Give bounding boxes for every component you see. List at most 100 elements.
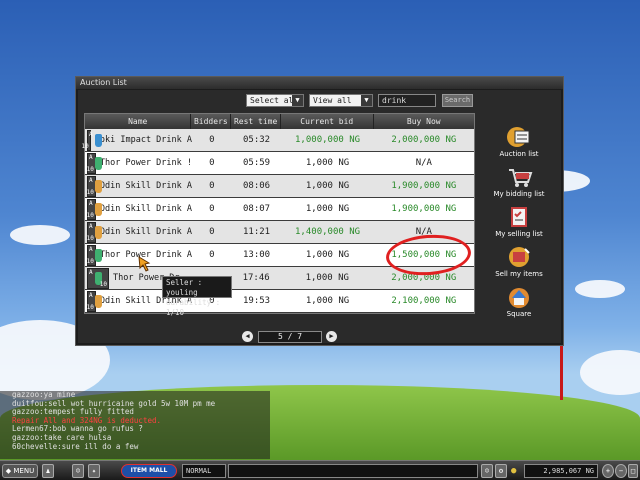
cell-buy-now: 1,900,000 NG — [391, 181, 457, 191]
prev-page-button[interactable]: ◀ — [242, 331, 253, 342]
tooltip-durability: durability : 1/10 — [166, 298, 221, 317]
cell-current-bid: 1,000 NG — [305, 204, 350, 214]
drink-item-icon: A 10 — [87, 290, 102, 312]
chevron-down-icon: ▼ — [361, 95, 372, 106]
chat-log[interactable]: gazzoo:ya mine duitfou:sell wot hurricain… — [0, 390, 270, 459]
table-row[interactable]: A 10 Odin Skill Drink A 0 08:07 1,000 NG 1,900… — [85, 198, 474, 221]
table-row[interactable]: A 10 Loki Impact Drink A 0 05:32 1,000,000 NG… — [82, 129, 474, 152]
item-mall-label: ITEM MALL — [130, 467, 168, 474]
cell-current-bid: 1,400,000 NG — [295, 227, 361, 237]
tooltip-seller: Seller : youling — [166, 278, 203, 297]
cell-rest-time: 17:46 — [242, 273, 270, 283]
cell-bidders: 0 — [209, 250, 215, 260]
table-body: A 10 Loki Impact Drink A 0 05:32 1,000,000 NG… — [82, 129, 474, 313]
cell-rest-time: 08:06 — [242, 181, 271, 191]
col-name-header[interactable]: Name — [85, 114, 192, 129]
auction-table: Name Bidders Rest time Current bid Buy N… — [82, 113, 475, 314]
item-level-mark: A — [89, 291, 93, 299]
cell-bidders: 0 — [209, 204, 215, 214]
table-row[interactable]: A 10 Thor Power Drink ! 0 05:59 1,000 NG N/A — [85, 152, 474, 175]
item-level-mark: A — [89, 130, 93, 138]
col-rest-time-header[interactable]: Rest time — [231, 114, 281, 129]
chat-mode-select[interactable]: NORMAL — [182, 464, 226, 478]
side-menu-square[interactable]: Square — [486, 285, 552, 321]
menu-label: MENU — [13, 467, 35, 475]
item-quantity-mark: 10 — [86, 234, 94, 242]
red-pole — [560, 345, 563, 400]
square-icon — [505, 285, 533, 309]
bottle-icon — [95, 133, 102, 147]
bottle-icon — [95, 156, 102, 170]
zoom-out-icon[interactable]: − — [615, 464, 627, 478]
chevron-down-icon: ▼ — [292, 95, 303, 106]
cell-current-bid: 1,000 NG — [305, 181, 350, 191]
search-button[interactable]: Search — [442, 94, 473, 107]
col-current-bid-header[interactable]: Current bid — [281, 114, 374, 129]
auction-window: Auction List Select all ▼ View all ▼ dri… — [75, 76, 564, 346]
gear-icon[interactable]: ⚙ — [495, 464, 507, 478]
cell-rest-time: 08:07 — [242, 204, 271, 214]
side-menu-my-bidding-list[interactable]: My bidding list — [486, 165, 552, 201]
bottle-icon — [95, 248, 102, 262]
drink-item-icon: A 10 — [86, 221, 102, 243]
side-menu-auction-list[interactable]: Auction list — [486, 125, 552, 161]
drink-item-icon: A 10 — [87, 267, 109, 289]
item-quantity-mark: 10 — [86, 165, 94, 173]
cell-current-bid: 1,000 NG — [305, 296, 350, 306]
cell-rest-time: 19:53 — [242, 296, 271, 306]
table-row[interactable]: A 10 Odin Skill Drink A 0 19:53 1,000 NG 2,100… — [85, 290, 474, 313]
next-page-button[interactable]: ▶ — [326, 331, 337, 342]
chat-line: 60chevelle:sure ill do a few — [12, 441, 139, 451]
sell-items-icon — [505, 245, 533, 269]
cell-rest-time: 13:00 — [242, 250, 271, 260]
menu-button[interactable]: ◆ MENU — [2, 464, 38, 478]
item-mall-button[interactable]: ITEM MALL — [121, 464, 177, 478]
cell-buy-now: N/A — [415, 158, 432, 168]
cloud — [575, 280, 625, 298]
side-menu-label: Auction list — [499, 150, 539, 158]
cell-name: A 10 Loki Impact Drink A — [82, 129, 192, 151]
col-bidders-header[interactable]: Bidders — [191, 114, 232, 129]
cell-buy-now: 2,000,000 NG — [391, 135, 457, 145]
window-title: Auction List — [76, 77, 563, 89]
col-buy-now-header[interactable]: Buy Now — [374, 114, 474, 129]
side-menu-sell-my-items[interactable]: Sell my items — [486, 245, 552, 281]
cell-current-bid: 1,000 NG — [305, 158, 350, 168]
maximize-icon[interactable]: □ — [628, 464, 638, 478]
emote-icon[interactable]: ☺ — [481, 464, 493, 478]
cell-name: A 10 Odin Skill Drink A — [85, 198, 192, 220]
drink-item-icon: A 10 — [86, 152, 102, 174]
cell-rest-time: 05:32 — [242, 135, 271, 145]
search-input[interactable]: drink — [378, 94, 436, 107]
cell-rest-time: 11:21 — [242, 227, 271, 237]
auction-list-icon — [505, 125, 533, 149]
ng-balance: 2,985,067 NG — [524, 464, 598, 478]
cell-name: A 10 Odin Skill Drink A — [85, 175, 192, 197]
cloud — [10, 225, 70, 245]
side-menu-label: My bidding list — [493, 190, 545, 198]
item-level-mark: A — [89, 268, 93, 276]
view-select[interactable]: View all ▼ — [309, 94, 373, 107]
category-select[interactable]: Select all ▼ — [246, 94, 304, 107]
side-menu-label: My selling list — [495, 230, 543, 238]
item-name: Loki Impact Drink A — [94, 135, 192, 145]
bottle-icon — [95, 294, 102, 308]
party-icon[interactable]: ☺ — [72, 464, 84, 478]
selling-list-icon — [505, 205, 533, 229]
cell-current-bid: 1,000 NG — [305, 273, 349, 283]
cell-bidders: 0 — [209, 227, 215, 237]
window-body: Select all ▼ View all ▼ drink Search Nam… — [78, 90, 561, 343]
cloud — [580, 350, 640, 395]
side-menu-my-selling-list[interactable]: My selling list — [486, 205, 552, 241]
item-name: Thor Power Drink ! — [99, 158, 192, 168]
skills-icon[interactable]: ✦ — [88, 464, 100, 478]
coins-icon: ● — [511, 466, 517, 476]
item-quantity-mark: 10 — [86, 257, 94, 265]
table-row[interactable]: A 10 Odin Skill Drink A 0 08:06 1,000 NG 1,900… — [85, 175, 474, 198]
zoom-in-icon[interactable]: + — [602, 464, 614, 478]
chat-input[interactable] — [228, 464, 478, 478]
cell-bidders: 0 — [209, 158, 215, 168]
character-icon[interactable]: ♟ — [42, 464, 54, 478]
item-level-mark: A — [89, 245, 93, 253]
bottle-icon — [95, 225, 102, 239]
